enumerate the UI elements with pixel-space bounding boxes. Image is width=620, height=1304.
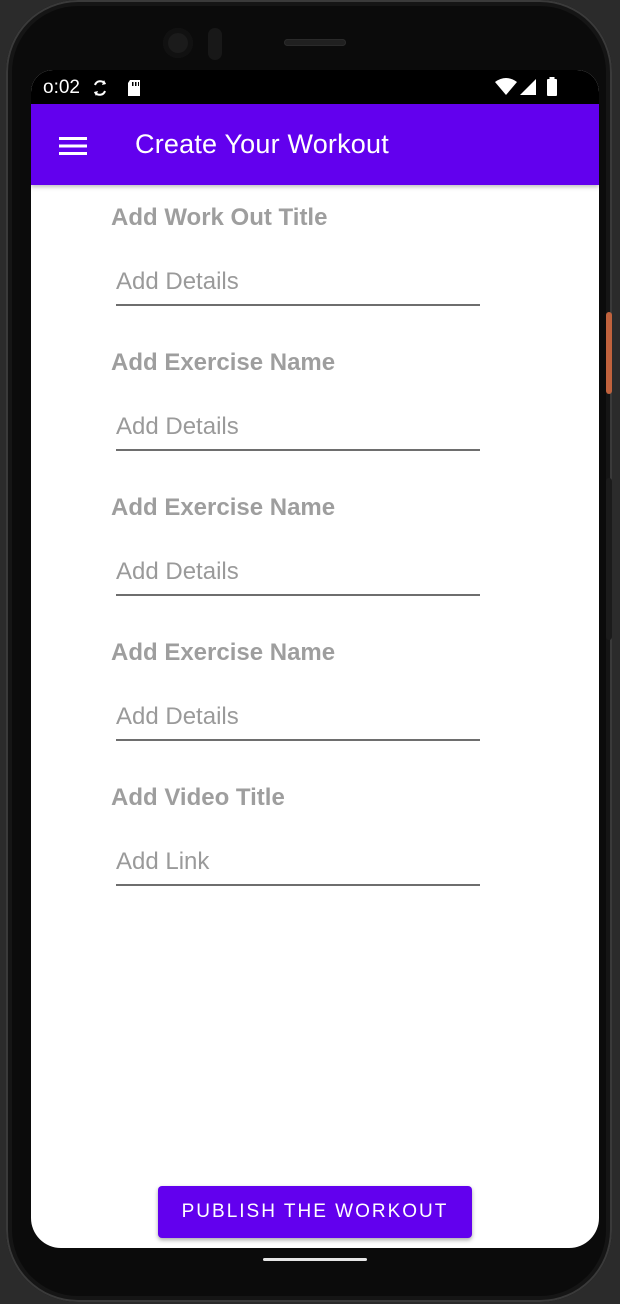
exercise-name-input-2[interactable] <box>116 552 480 596</box>
app-bar-title: Create Your Workout <box>135 129 389 159</box>
front-camera <box>163 28 193 58</box>
power-button[interactable] <box>606 312 612 394</box>
hamburger-menu-icon[interactable] <box>55 128 91 164</box>
earpiece-speaker <box>284 39 346 46</box>
exercise-name-input-1[interactable] <box>116 407 480 451</box>
exercise-name-label-3: Add Exercise Name <box>111 639 336 666</box>
video-link-input[interactable] <box>116 842 480 886</box>
workout-title-label: Add Work Out Title <box>111 204 328 231</box>
exercise-name-input-3[interactable] <box>116 697 480 741</box>
video-title-label: Add Video Title <box>111 784 285 811</box>
publish-workout-button[interactable]: PUBLISH THE WORKOUT <box>158 1186 472 1238</box>
sd-card-icon <box>126 79 142 101</box>
workout-title-input[interactable] <box>116 262 480 306</box>
wifi-icon <box>495 78 517 100</box>
exercise-name-label-1: Add Exercise Name <box>111 349 336 376</box>
home-gesture-bar[interactable] <box>263 1258 367 1261</box>
status-bar: o:02 <box>31 70 599 104</box>
phone-frame: o:02 Create Your Workout Add Work Out Ti… <box>6 0 612 1302</box>
proximity-sensor <box>208 28 222 60</box>
status-time: o:02 <box>43 77 80 98</box>
app-bar: Create Your Workout <box>31 104 599 185</box>
sync-icon <box>91 79 109 101</box>
signal-icon <box>519 78 537 100</box>
volume-button[interactable] <box>606 478 612 640</box>
battery-icon <box>546 77 558 101</box>
app-screen: o:02 Create Your Workout Add Work Out Ti… <box>31 70 599 1248</box>
exercise-name-label-2: Add Exercise Name <box>111 494 336 521</box>
